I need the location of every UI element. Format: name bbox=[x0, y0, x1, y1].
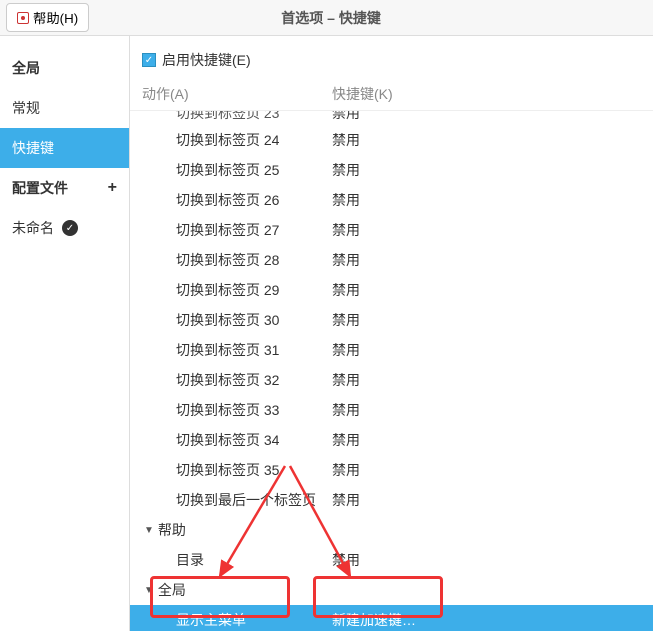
action-cell: 切换到标签页 23 bbox=[176, 111, 332, 123]
table-row[interactable]: 切换到标签页 24禁用 bbox=[130, 125, 653, 155]
action-cell: 目录 bbox=[176, 550, 332, 570]
action-cell: 切换到标签页 32 bbox=[176, 370, 332, 390]
group-label: 全局 bbox=[158, 580, 186, 600]
action-cell: 切换到标签页 25 bbox=[176, 160, 332, 180]
action-cell: 切换到标签页 30 bbox=[176, 310, 332, 330]
table-row[interactable]: 切换到标签页 33禁用 bbox=[130, 395, 653, 425]
action-cell: 显示主菜单 bbox=[176, 610, 332, 630]
table-row[interactable]: 目录禁用 bbox=[130, 545, 653, 575]
help-menu-label: 帮助(H) bbox=[33, 8, 78, 27]
key-cell: 禁用 bbox=[332, 550, 641, 570]
table-row[interactable]: 切换到最后一个标签页禁用 bbox=[130, 485, 653, 515]
key-cell: 禁用 bbox=[332, 460, 641, 480]
key-cell: 禁用 bbox=[332, 160, 641, 180]
key-cell: 禁用 bbox=[332, 220, 641, 240]
key-cell: 禁用 bbox=[332, 490, 641, 510]
table-row[interactable]: 切换到标签页 25禁用 bbox=[130, 155, 653, 185]
column-header-key[interactable]: 快捷键(K) bbox=[332, 84, 641, 104]
table-row[interactable]: 切换到标签页 26禁用 bbox=[130, 185, 653, 215]
sidebar-profile-item[interactable]: 未命名 ✓ bbox=[0, 208, 129, 248]
table-row[interactable]: 切换到标签页 30禁用 bbox=[130, 305, 653, 335]
window-title: 首选项 – 快捷键 bbox=[89, 8, 573, 28]
action-cell: 切换到标签页 31 bbox=[176, 340, 332, 360]
shortcuts-table[interactable]: 切换到标签页 23 禁用 切换到标签页 24禁用切换到标签页 25禁用切换到标签… bbox=[130, 111, 653, 631]
action-cell: 切换到标签页 29 bbox=[176, 280, 332, 300]
group-row-help[interactable]: ▼ 帮助 bbox=[130, 515, 653, 545]
key-cell: 新建加速键… bbox=[332, 610, 641, 630]
key-cell: 禁用 bbox=[332, 370, 641, 390]
column-header-action[interactable]: 动作(A) bbox=[142, 84, 332, 104]
action-cell: 切换到最后一个标签页 bbox=[176, 490, 332, 510]
table-header: 动作(A) 快捷键(K) bbox=[130, 78, 653, 111]
key-cell: 禁用 bbox=[332, 340, 641, 360]
sidebar-item-general[interactable]: 常规 bbox=[0, 88, 129, 128]
table-row[interactable]: 切换到标签页 29禁用 bbox=[130, 275, 653, 305]
sidebar-section-config: 配置文件 + bbox=[0, 168, 129, 208]
action-cell: 切换到标签页 27 bbox=[176, 220, 332, 240]
table-row[interactable]: 切换到标签页 27禁用 bbox=[130, 215, 653, 245]
enable-shortcuts-label: 启用快捷键(E) bbox=[162, 50, 251, 70]
key-cell: 禁用 bbox=[332, 111, 641, 123]
chevron-down-icon: ▼ bbox=[144, 585, 154, 596]
sidebar-item-shortcuts[interactable]: 快捷键 bbox=[0, 128, 129, 168]
sidebar: 全局 常规 快捷键 配置文件 + 未命名 ✓ bbox=[0, 36, 130, 631]
table-row-selected[interactable]: 显示主菜单新建加速键… bbox=[130, 605, 653, 631]
chevron-down-icon: ▼ bbox=[144, 525, 154, 536]
key-cell: 禁用 bbox=[332, 400, 641, 420]
action-cell: 切换到标签页 33 bbox=[176, 400, 332, 420]
sidebar-profile-label: 未命名 bbox=[12, 218, 54, 238]
app-icon bbox=[17, 12, 29, 24]
enable-shortcuts-checkbox[interactable]: ✓ bbox=[142, 53, 156, 67]
key-cell: 禁用 bbox=[332, 190, 641, 210]
table-row[interactable]: 切换到标签页 34禁用 bbox=[130, 425, 653, 455]
key-cell: 禁用 bbox=[332, 130, 641, 150]
key-cell: 禁用 bbox=[332, 280, 641, 300]
table-row[interactable]: 切换到标签页 28禁用 bbox=[130, 245, 653, 275]
table-row[interactable]: 切换到标签页 35禁用 bbox=[130, 455, 653, 485]
help-menu-button[interactable]: 帮助(H) bbox=[6, 3, 89, 32]
action-cell: 切换到标签页 24 bbox=[176, 130, 332, 150]
key-cell: 禁用 bbox=[332, 250, 641, 270]
table-row[interactable]: 切换到标签页 31禁用 bbox=[130, 335, 653, 365]
group-row-global[interactable]: ▼ 全局 bbox=[130, 575, 653, 605]
add-profile-button[interactable]: + bbox=[108, 179, 117, 197]
table-row[interactable]: 切换到标签页 23 禁用 bbox=[130, 111, 653, 125]
key-cell: 禁用 bbox=[332, 430, 641, 450]
check-icon: ✓ bbox=[62, 220, 78, 236]
action-cell: 切换到标签页 28 bbox=[176, 250, 332, 270]
key-cell: 禁用 bbox=[332, 310, 641, 330]
action-cell: 切换到标签页 34 bbox=[176, 430, 332, 450]
action-cell: 切换到标签页 35 bbox=[176, 460, 332, 480]
sidebar-config-label: 配置文件 bbox=[12, 178, 68, 198]
action-cell: 切换到标签页 26 bbox=[176, 190, 332, 210]
group-label: 帮助 bbox=[158, 520, 186, 540]
sidebar-section-global: 全局 bbox=[0, 48, 129, 88]
table-row[interactable]: 切换到标签页 32禁用 bbox=[130, 365, 653, 395]
